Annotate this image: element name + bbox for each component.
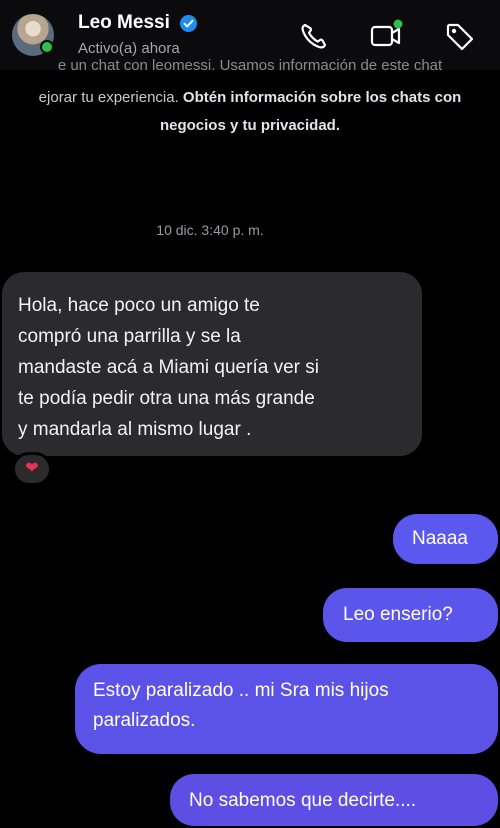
message-line: y mandarla al mismo lugar . bbox=[18, 419, 252, 440]
contact-name[interactable]: Leo Messi bbox=[78, 12, 170, 34]
active-status-dot bbox=[40, 40, 54, 54]
video-call-icon[interactable] bbox=[368, 18, 404, 54]
notice-line-2: ejorar tu experiencia. Obtén información… bbox=[0, 82, 500, 113]
incoming-message-bubble[interactable]: Hola, hace poco un amigo te compró una p… bbox=[2, 272, 422, 456]
message-line: Hola, hace poco un amigo te bbox=[18, 295, 260, 316]
outgoing-message-bubble[interactable]: Naaaa bbox=[393, 514, 498, 564]
message-reaction[interactable]: ❤ bbox=[12, 452, 52, 486]
outgoing-message-bubble[interactable]: No sabemos que decirte.... bbox=[170, 774, 498, 826]
heart-icon: ❤ bbox=[25, 460, 39, 477]
presence-status: Activo(a) ahora bbox=[78, 40, 180, 57]
privacy-info-link-cont[interactable]: negocios y tu privacidad. bbox=[0, 110, 500, 141]
message-line: compró una parrilla y se la bbox=[18, 326, 241, 347]
privacy-info-link[interactable]: Obtén información sobre los chats con bbox=[183, 89, 461, 106]
privacy-notice: e un chat con leomessi. Usamos informaci… bbox=[0, 57, 500, 141]
outgoing-message-bubble[interactable]: Leo enserio? bbox=[323, 588, 498, 642]
message-line: paralizados. bbox=[93, 710, 196, 731]
tag-icon[interactable] bbox=[442, 18, 478, 54]
verified-badge-icon bbox=[180, 14, 198, 32]
outgoing-message-bubble[interactable]: Estoy paralizado .. mi Sra mis hijos par… bbox=[75, 664, 498, 754]
notice-text: ejorar tu experiencia. bbox=[38, 89, 183, 106]
contact-name-wrap[interactable]: Leo Messi bbox=[78, 12, 198, 34]
phone-icon[interactable] bbox=[296, 18, 332, 54]
message-line: mandaste acá a Miami quería ver si bbox=[18, 357, 319, 378]
notice-line-1: e un chat con leomessi. Usamos informaci… bbox=[57, 57, 443, 74]
message-line: te podía pedir otra una más grande bbox=[18, 388, 315, 409]
message-line: Estoy paralizado .. mi Sra mis hijos bbox=[93, 680, 389, 701]
message-timestamp: 10 dic. 3:40 p. m. bbox=[156, 222, 264, 238]
